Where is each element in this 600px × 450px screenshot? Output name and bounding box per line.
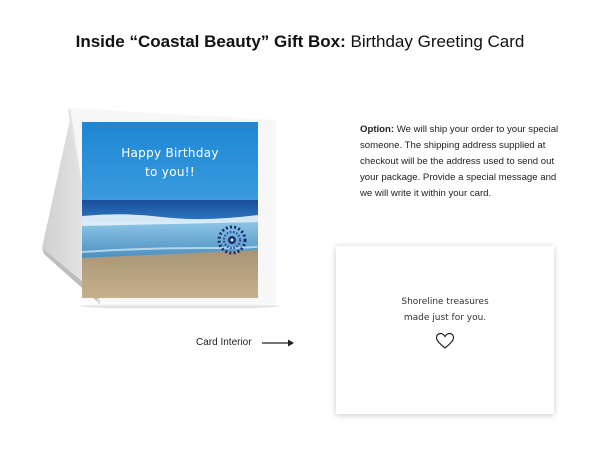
greeting-line-2: to you!!	[145, 165, 195, 179]
card-greeting: Happy Birthday to you!!	[82, 144, 258, 182]
arrow-right-icon	[262, 339, 294, 347]
option-label: Option:	[360, 124, 395, 135]
card-interior-preview: Shoreline treasures made just for you.	[336, 246, 554, 414]
greeting-card-photo: Happy Birthday to you!!	[40, 98, 280, 308]
interior-line-1: Shoreline treasures	[401, 297, 489, 307]
page-title: Inside “Coastal Beauty” Gift Box: Birthd…	[0, 32, 600, 52]
interior-line-2: made just for you.	[403, 313, 487, 323]
card-interior-label: Card Interior	[196, 337, 252, 348]
page-title-bold: Inside “Coastal Beauty” Gift Box:	[75, 32, 346, 51]
interior-message: Shoreline treasures made just for you.	[336, 294, 554, 326]
option-text: We will ship your order to your special …	[360, 124, 559, 199]
greeting-line-1: Happy Birthday	[121, 146, 219, 160]
page-title-rest: Birthday Greeting Card	[345, 32, 525, 51]
option-description: Option: We will ship your order to your …	[360, 122, 560, 202]
heart-icon	[435, 332, 455, 349]
beach-photo: Happy Birthday to you!!	[82, 122, 258, 298]
